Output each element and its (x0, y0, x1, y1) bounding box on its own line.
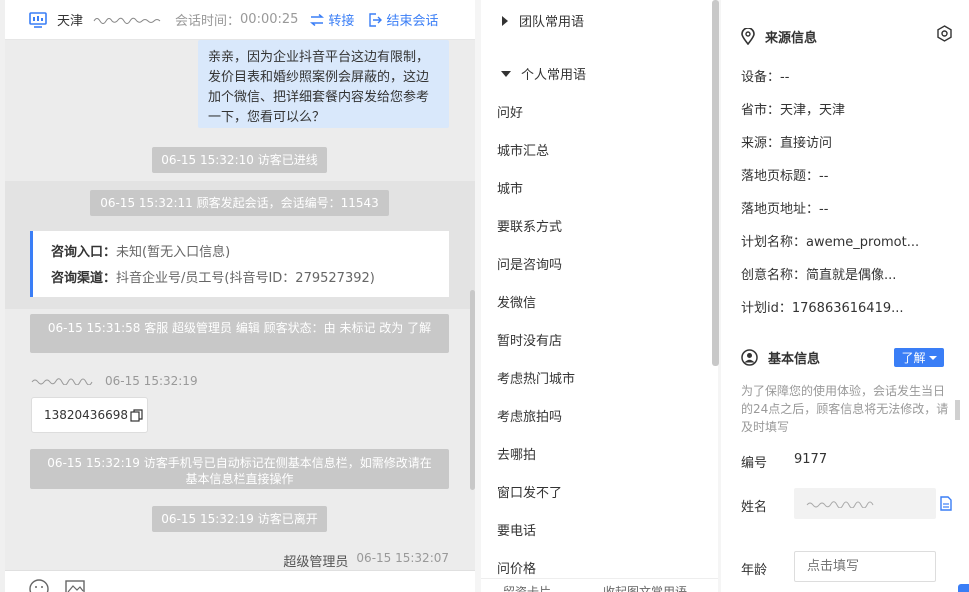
session-time-value: 00:00:25 (240, 12, 299, 27)
caret-right-icon (502, 15, 508, 26)
phrase-item[interactable]: 要电话 (497, 520, 536, 539)
agent-message-bubble: 亲亲，因为企业抖音平台这边有限制，发价目表和婚纱照案例会屏蔽的，这边加个微信、把… (198, 40, 449, 128)
system-phone-tagged: 06-15 15:32:19 访客手机号已自动标记在侧基本信息栏，如需修改请在基… (30, 449, 449, 489)
phrase-item[interactable]: 要联系方式 (497, 216, 562, 235)
phrase-item[interactable]: 问好 (497, 102, 523, 121)
customer-age-label: 年龄 (741, 563, 768, 578)
phrase-item[interactable]: 暂时没有店 (497, 330, 562, 349)
visitor-sender-line: 06-15 15:32:19 (31, 374, 198, 388)
phrase-item[interactable]: 窗口发不了 (497, 482, 562, 501)
consult-entry-value: 未知(暂无入口信息) (116, 245, 231, 260)
visitor-message-time: 06-15 15:32:19 (105, 374, 198, 388)
phrase-item[interactable]: 城市汇总 (497, 140, 549, 159)
phrase-item[interactable]: 城市 (497, 178, 523, 197)
visitor-city: 天津 (57, 14, 84, 29)
caret-down-icon (501, 70, 511, 77)
visitor-signature-image (31, 378, 93, 385)
system-session-started: 06-15 15:32:11 顾客发起会话，会话编号：11543 (90, 190, 389, 216)
copy-icon[interactable] (130, 408, 143, 422)
session-time-label: 会话时间： (175, 14, 241, 29)
chat-header: 天津 会话时间： 00:00:25 转接 结束会话 (5, 0, 475, 40)
customer-name-field[interactable] (794, 488, 936, 519)
caret-down-icon (928, 355, 937, 360)
system-visitor-entered: 06-15 15:32:10 访客已进线 (152, 147, 327, 173)
consult-entry-label: 咨询入口： (51, 245, 117, 260)
edit-notice: 为了保障您的使用体验，会话发生当日的24点之后，顾客信息将无法修改，请及时填写 (741, 384, 949, 434)
common-phrases-panel: 团队常用语 个人常用语 问好城市汇总城市要联系方式问是咨询吗发微信暂时没有店考虑… (481, 0, 718, 592)
source-origin: 来源：直接访问 (741, 136, 833, 151)
phrase-item[interactable]: 考虑热门城市 (497, 368, 575, 387)
source-creative-name: 创意名称：简直就是偶像... (741, 268, 897, 283)
phrases-footer: 留资卡片 收起图文常用语 (481, 578, 718, 592)
chat-input-toolbar (5, 570, 475, 592)
source-info-title: 来源信息 (741, 27, 817, 46)
source-landing-title: 落地页标题：-- (741, 169, 829, 184)
chat-scrollbar[interactable] (470, 290, 475, 490)
collapse-phrases-button[interactable]: 收起图文常用语 (603, 583, 687, 592)
personal-phrases-group[interactable]: 个人常用语 (501, 64, 586, 83)
transfer-label: 转接 (328, 14, 355, 29)
emoji-icon[interactable] (29, 579, 49, 592)
system-visitor-left: 06-15 15:32:19 访客已离开 (152, 506, 327, 532)
basic-info-label: 基本信息 (768, 352, 821, 367)
settings-icon[interactable] (936, 25, 953, 42)
agent-name: 超级管理员 (283, 555, 349, 570)
info-scrollbar[interactable] (955, 400, 960, 420)
visitor-phone-message[interactable]: 13820436698 (31, 397, 148, 433)
phrases-scrollbar[interactable] (712, 0, 719, 366)
exit-icon (369, 12, 383, 27)
floating-action-tab[interactable] (958, 584, 969, 592)
customer-status-value: 了解 (901, 351, 926, 365)
personal-phrases-label: 个人常用语 (521, 68, 587, 83)
source-info-label: 来源信息 (765, 31, 818, 46)
customer-status-dropdown[interactable]: 了解 (894, 348, 944, 367)
customer-age-input[interactable] (794, 551, 936, 582)
source-device: 设备：-- (741, 70, 790, 85)
source-landing-url: 落地页地址：-- (741, 202, 829, 217)
monitor-icon (29, 11, 47, 28)
consult-info-card: 咨询入口：未知(暂无入口信息) 咨询渠道：抖音企业号/员工号(抖音号ID：279… (30, 231, 449, 297)
chat-panel: 天津 会话时间： 00:00:25 转接 结束会话 亲亲，因为企业抖音平台这边有… (5, 0, 475, 592)
team-phrases-group[interactable]: 团队常用语 (501, 11, 584, 30)
customer-id-label: 编号 (741, 456, 768, 471)
copy-icon[interactable] (938, 496, 952, 511)
phrase-item[interactable]: 问是咨询吗 (497, 254, 562, 273)
visitor-phone-number: 13820436698 (44, 408, 128, 422)
customer-name-label: 姓名 (741, 500, 768, 515)
source-plan-name: 计划名称：aweme_promot... (741, 235, 920, 250)
agent-message-time: 06-15 15:32:07 (356, 551, 449, 565)
source-plan-id: 计划id：176863616419... (741, 301, 904, 316)
basic-info-title: 基本信息 (741, 348, 820, 367)
phrase-item[interactable]: 考虑旅拍吗 (497, 406, 562, 425)
location-pin-icon (741, 28, 755, 45)
name-signature-image (806, 501, 874, 508)
transfer-button[interactable]: 转接 (310, 10, 354, 29)
agent-sign-line: 超级管理员 06-15 15:32:07 (283, 551, 449, 570)
system-status-change: 06-15 15:31:58 客服 超级管理员 编辑 顾客状态：由 未标记 改为… (30, 314, 449, 353)
phrase-item[interactable]: 发微信 (497, 292, 536, 311)
end-session-label: 结束会话 (386, 14, 439, 29)
user-circle-icon (741, 349, 758, 366)
visitor-signature-image (93, 17, 161, 24)
end-session-button[interactable]: 结束会话 (368, 10, 438, 29)
customer-info-panel: 来源信息 设备：-- 省市：天津，天津 来源：直接访问 落地页标题：-- 落地页… (721, 0, 969, 592)
phrase-item[interactable]: 问价格 (497, 558, 536, 577)
source-province: 省市：天津，天津 (741, 103, 846, 118)
lead-card-button[interactable]: 留资卡片 (503, 583, 551, 592)
customer-id-value: 9177 (794, 452, 828, 467)
consult-channel-label: 咨询渠道： (51, 271, 117, 286)
image-icon[interactable] (65, 579, 85, 592)
transfer-icon (310, 13, 325, 26)
consult-channel-value: 抖音企业号/员工号(抖音号ID：279527392) (116, 271, 375, 286)
phrase-item[interactable]: 去哪拍 (497, 444, 536, 463)
team-phrases-label: 团队常用语 (519, 15, 585, 30)
